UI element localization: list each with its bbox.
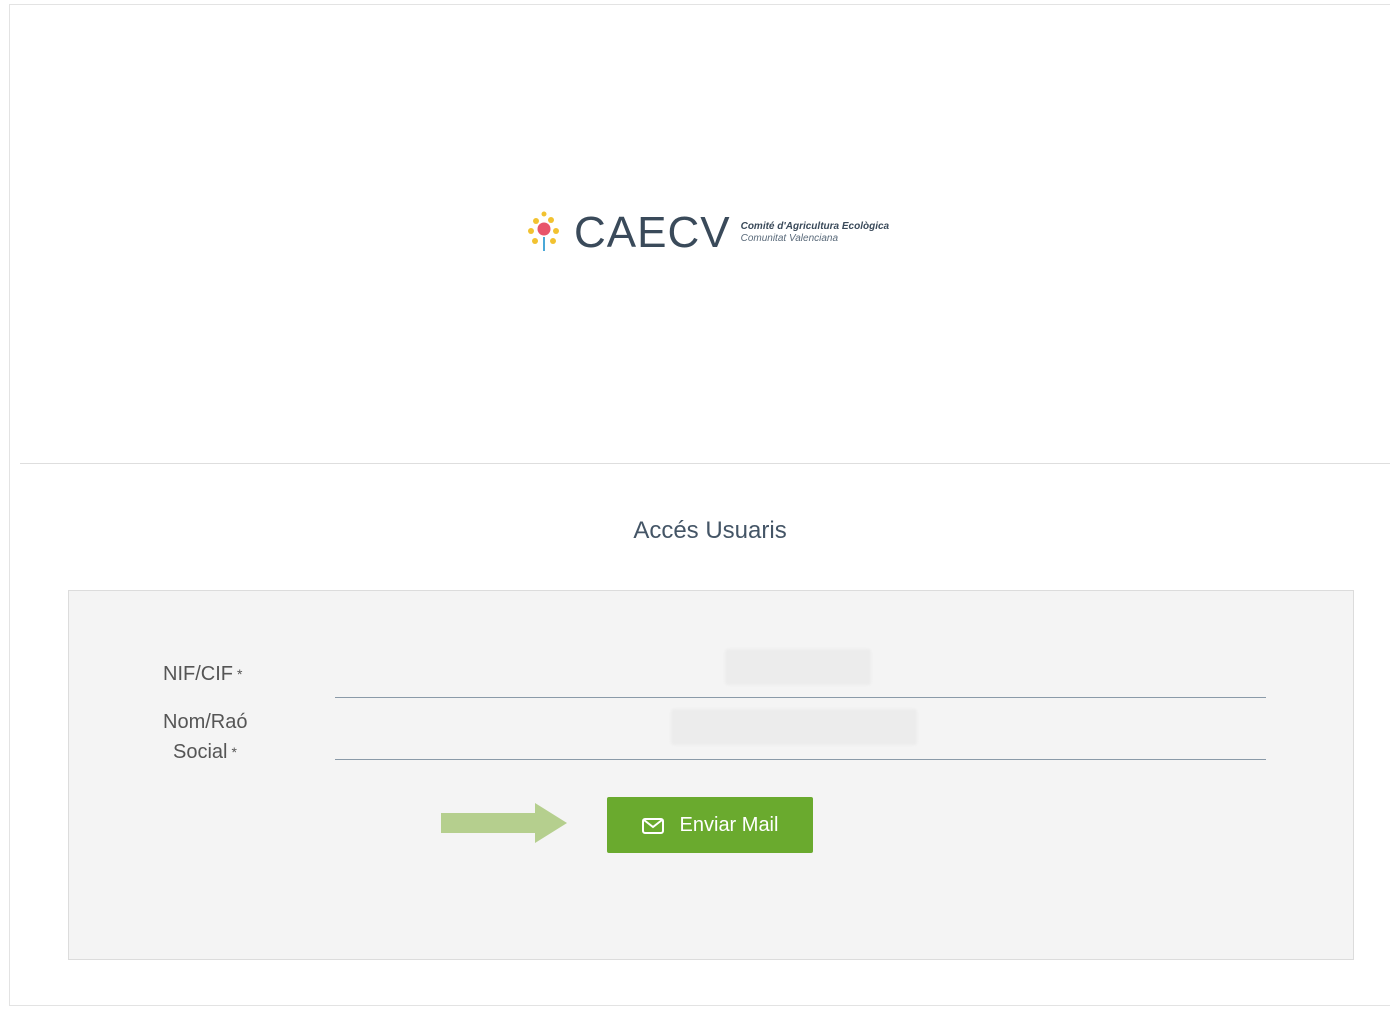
flower-logo-icon — [520, 209, 568, 257]
logo-subtitle-line1: Comité d'Agricultura Ecològica — [740, 221, 890, 232]
send-mail-button[interactable]: Enviar Mail — [607, 797, 813, 853]
page: CAECV Comité d'Agricultura Ecològica Com… — [0, 0, 1390, 1010]
logo-subtitle-line2: Comunitat Valenciana — [740, 233, 839, 244]
card-header: CAECV Comité d'Agricultura Ecològica Com… — [20, 5, 1390, 464]
send-mail-button-label: Enviar Mail — [679, 813, 779, 836]
required-mark: * — [231, 744, 237, 760]
nom-label-line2-wrap: Social * — [173, 737, 237, 767]
nif-label: NIF/CIF * — [163, 659, 242, 689]
nom-label-line2: Social — [173, 741, 228, 763]
arrow-right-icon — [441, 803, 567, 843]
nif-label-text: NIF/CIF — [163, 663, 233, 685]
envelope-icon — [641, 817, 664, 834]
nom-label-line1: Nom/Raó — [163, 711, 248, 733]
nif-input[interactable] — [335, 654, 1266, 698]
logo-subtitle: Comité d'Agricultura Ecològica Comunitat… — [741, 221, 890, 245]
page-title: Accés Usuaris — [633, 517, 787, 544]
login-form: NIF/CIF * Nom/Raó Social * Enviar Mail — [68, 590, 1354, 960]
nom-label: Nom/Raó — [163, 707, 247, 737]
nom-raosocial-input[interactable] — [335, 716, 1266, 760]
logo-brand-text: CAECV — [574, 208, 731, 257]
caecv-logo: CAECV Comité d'Agricultura Ecològica Com… — [520, 203, 889, 263]
required-mark: * — [237, 666, 243, 682]
